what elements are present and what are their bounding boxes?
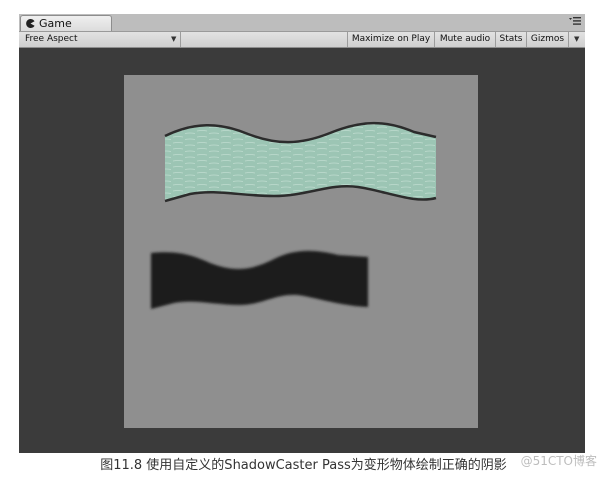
aspect-dropdown[interactable]: Free Aspect ▼ <box>19 32 181 47</box>
chevron-down-icon: ▼ <box>574 35 580 43</box>
chevron-down-icon: ▼ <box>171 35 177 43</box>
maximize-on-play-button[interactable]: Maximize on Play <box>347 32 434 47</box>
game-window: Game Free Aspect ▼ Maximize on Play Mute… <box>19 14 585 453</box>
tab-game[interactable]: Game <box>20 15 112 31</box>
gizmos-button[interactable]: Gizmos <box>526 32 568 47</box>
mute-audio-button[interactable]: Mute audio <box>434 32 495 47</box>
aspect-label: Free Aspect <box>25 34 78 44</box>
mute-label: Mute audio <box>439 34 491 44</box>
stats-label: Stats <box>499 34 523 44</box>
gizmos-label: Gizmos <box>530 34 565 44</box>
maximize-label: Maximize on Play <box>351 34 431 44</box>
wave-texture <box>165 123 436 201</box>
game-toolbar: Free Aspect ▼ Maximize on Play Mute audi… <box>19 32 585 48</box>
stats-button[interactable]: Stats <box>495 32 526 47</box>
watermark: @51CTO博客 <box>520 454 597 468</box>
tab-label: Game <box>39 17 72 30</box>
pacman-icon <box>26 16 35 31</box>
panel-menu-icon[interactable] <box>569 16 581 29</box>
tab-strip: Game <box>19 14 585 32</box>
game-viewport[interactable] <box>124 75 478 428</box>
gizmos-dropdown[interactable]: ▼ <box>568 32 585 47</box>
scene-render <box>151 121 437 309</box>
wave-shadow <box>151 250 368 309</box>
figure-caption: 图11.8 使用自定义的ShadowCaster Pass为变形物体绘制正确的阴… <box>100 458 507 473</box>
